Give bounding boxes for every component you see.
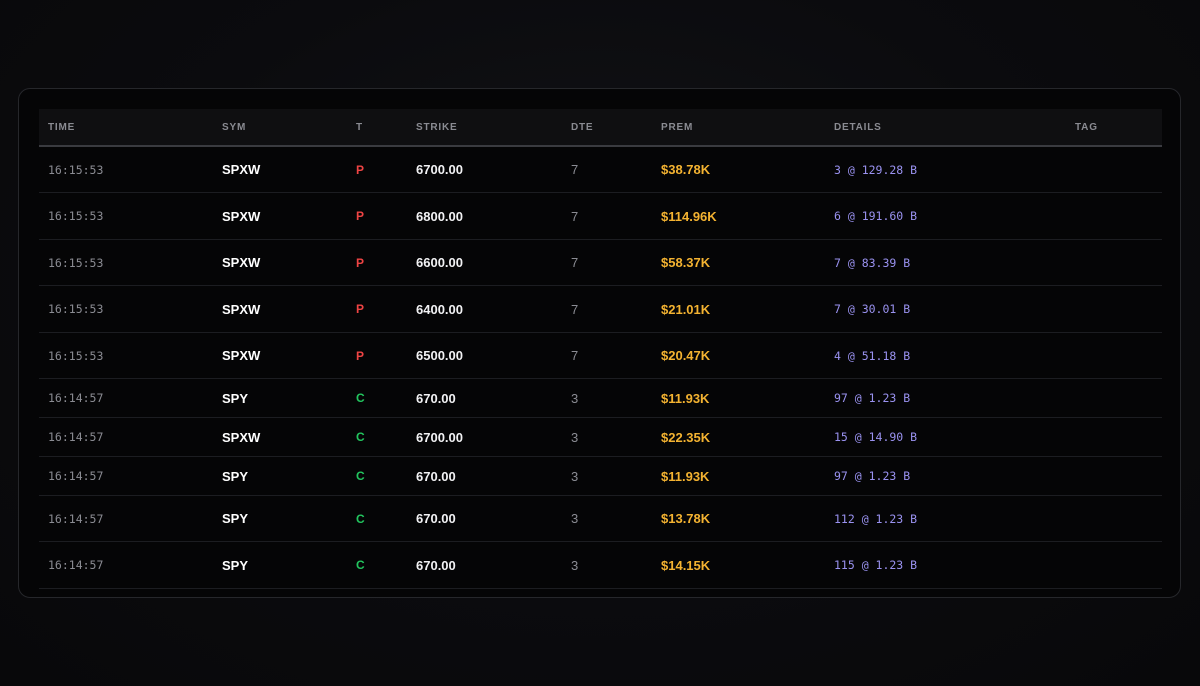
- cell-symbol: SPXW: [222, 301, 261, 317]
- header-type[interactable]: T: [347, 122, 407, 133]
- cell-strike: 6400.00: [416, 301, 463, 317]
- cell-dte: 7: [571, 255, 579, 270]
- cell-type: C: [356, 558, 365, 572]
- table-row[interactable]: 16:14:57 SPXW C 6700.00 3 $22.35K 15 @ 14.90 B: [39, 418, 1162, 457]
- cell-dte: 3: [571, 468, 579, 484]
- header-sym[interactable]: SYM: [213, 122, 347, 133]
- cell-premium: $58.37K: [661, 255, 711, 270]
- cell-time: 16:15:53: [48, 348, 104, 363]
- cell-details: 7 @ 83.39 B: [834, 255, 911, 270]
- table-row[interactable]: 16:15:53 SPXW P 6800.00 7 $114.96K 6 @ 191.60 …: [39, 193, 1162, 240]
- cell-symbol: SPXW: [222, 348, 261, 363]
- cell-time: 16:15:53: [48, 209, 104, 223]
- cell-details: 4 @ 51.18 B: [834, 348, 911, 363]
- cell-premium: $114.96K: [661, 208, 717, 224]
- cell-type: P: [356, 348, 365, 363]
- cell-dte: 3: [571, 511, 579, 526]
- cell-symbol: SPXW: [222, 255, 261, 270]
- cell-symbol: SPY: [222, 557, 249, 573]
- cell-premium: $21.01K: [661, 301, 711, 317]
- cell-details: 115 @ 1.23 B: [834, 558, 918, 572]
- header-strike[interactable]: STRIKE: [407, 122, 562, 133]
- cell-premium: $11.93K: [661, 390, 710, 406]
- cell-dte: 7: [571, 208, 579, 224]
- header-time[interactable]: TIME: [39, 122, 213, 133]
- cell-type: C: [356, 430, 365, 444]
- table-row[interactable]: 16:15:53 SPXW P 6500.00 7 $20.47K 4 @ 51.18 B: [39, 333, 1162, 379]
- cell-symbol: SPY: [222, 390, 249, 406]
- cell-symbol: SPY: [222, 511, 249, 526]
- cell-details: 97 @ 1.23 B: [834, 391, 911, 405]
- cell-premium: $11.93K: [661, 468, 710, 484]
- cell-dte: 3: [571, 557, 579, 573]
- cell-details: 7 @ 30.01 B: [834, 302, 911, 316]
- cell-strike: 6700.00: [416, 429, 463, 445]
- header-details[interactable]: DETAILS: [825, 122, 1066, 133]
- cell-type: P: [356, 209, 365, 223]
- cell-time: 16:15:53: [48, 255, 104, 270]
- cell-premium: $14.15K: [661, 557, 711, 573]
- cell-strike: 670.00: [416, 511, 456, 526]
- cell-symbol: SPXW: [222, 429, 261, 445]
- options-flow-panel: TIME SYM T STRIKE DTE PREM DETAILS TAG 1…: [18, 88, 1181, 598]
- table-row[interactable]: 16:14:57 SPY C 670.00 3 $11.93K 97 @ 1.23 B: [39, 379, 1162, 418]
- cell-premium: $20.47K: [661, 348, 711, 363]
- cell-dte: 7: [571, 301, 579, 317]
- cell-symbol: SPXW: [222, 162, 261, 177]
- cell-time: 16:14:57: [48, 511, 104, 526]
- cell-type: C: [356, 511, 365, 526]
- cell-details: 112 @ 1.23 B: [834, 511, 918, 526]
- cell-symbol: SPXW: [222, 208, 261, 224]
- cell-type: C: [356, 391, 365, 405]
- cell-dte: 7: [571, 348, 579, 363]
- cell-time: 16:14:57: [48, 469, 104, 483]
- cell-dte: 3: [571, 429, 579, 445]
- cell-time: 16:15:53: [48, 162, 104, 177]
- cell-symbol: SPY: [222, 468, 249, 484]
- table-row[interactable]: 16:15:53 SPXW P 6600.00 7 $58.37K 7 @ 83.39 B: [39, 240, 1162, 286]
- table-row[interactable]: 16:15:53 SPXW P 6700.00 7 $38.78K 3 @ 129.28 B: [39, 147, 1162, 193]
- cell-dte: 3: [571, 390, 579, 406]
- header-dte[interactable]: DTE: [562, 122, 652, 133]
- cell-time: 16:14:57: [48, 558, 104, 572]
- cell-premium: $13.78K: [661, 511, 711, 526]
- table-row[interactable]: 16:14:57 SPY C 670.00 3 $14.15K 115 @ 1.23 B: [39, 542, 1162, 589]
- cell-type: C: [356, 469, 365, 483]
- cell-time: 16:14:57: [48, 391, 104, 405]
- table-row[interactable]: 16:14:57 SPY C 670.00 3 $11.93K 97 @ 1.23 B: [39, 457, 1162, 496]
- cell-strike: 6800.00: [416, 208, 463, 224]
- table-header: TIME SYM T STRIKE DTE PREM DETAILS TAG: [39, 109, 1162, 147]
- cell-dte: 7: [571, 162, 579, 177]
- cell-premium: $38.78K: [661, 162, 711, 177]
- table-row[interactable]: 16:14:57 SPY C 670.00 3 $13.78K 112 @ 1.23 B: [39, 496, 1162, 542]
- table-body: 16:15:53 SPXW P 6700.00 7 $38.78K 3 @ 129.28 B…: [39, 147, 1162, 589]
- cell-type: P: [356, 162, 365, 177]
- options-flow-table: TIME SYM T STRIKE DTE PREM DETAILS TAG 1…: [39, 109, 1162, 589]
- cell-strike: 6700.00: [416, 162, 463, 177]
- header-tag[interactable]: TAG: [1066, 122, 1142, 133]
- cell-strike: 670.00: [416, 390, 456, 406]
- cell-time: 16:14:57: [48, 430, 104, 444]
- cell-time: 16:15:53: [48, 302, 104, 316]
- cell-details: 3 @ 129.28 B: [834, 162, 918, 177]
- table-row[interactable]: 16:15:53 SPXW P 6400.00 7 $21.01K 7 @ 30.01 B: [39, 286, 1162, 333]
- cell-type: P: [356, 302, 365, 316]
- header-prem[interactable]: PREM: [652, 122, 825, 133]
- cell-strike: 6500.00: [416, 348, 463, 363]
- cell-details: 15 @ 14.90 B: [834, 430, 918, 444]
- cell-strike: 6600.00: [416, 255, 463, 270]
- cell-details: 97 @ 1.23 B: [834, 469, 911, 483]
- cell-strike: 670.00: [416, 557, 456, 573]
- cell-strike: 670.00: [416, 468, 456, 484]
- cell-details: 6 @ 191.60 B: [834, 209, 918, 223]
- cell-premium: $22.35K: [661, 429, 711, 445]
- cell-type: P: [356, 255, 365, 270]
